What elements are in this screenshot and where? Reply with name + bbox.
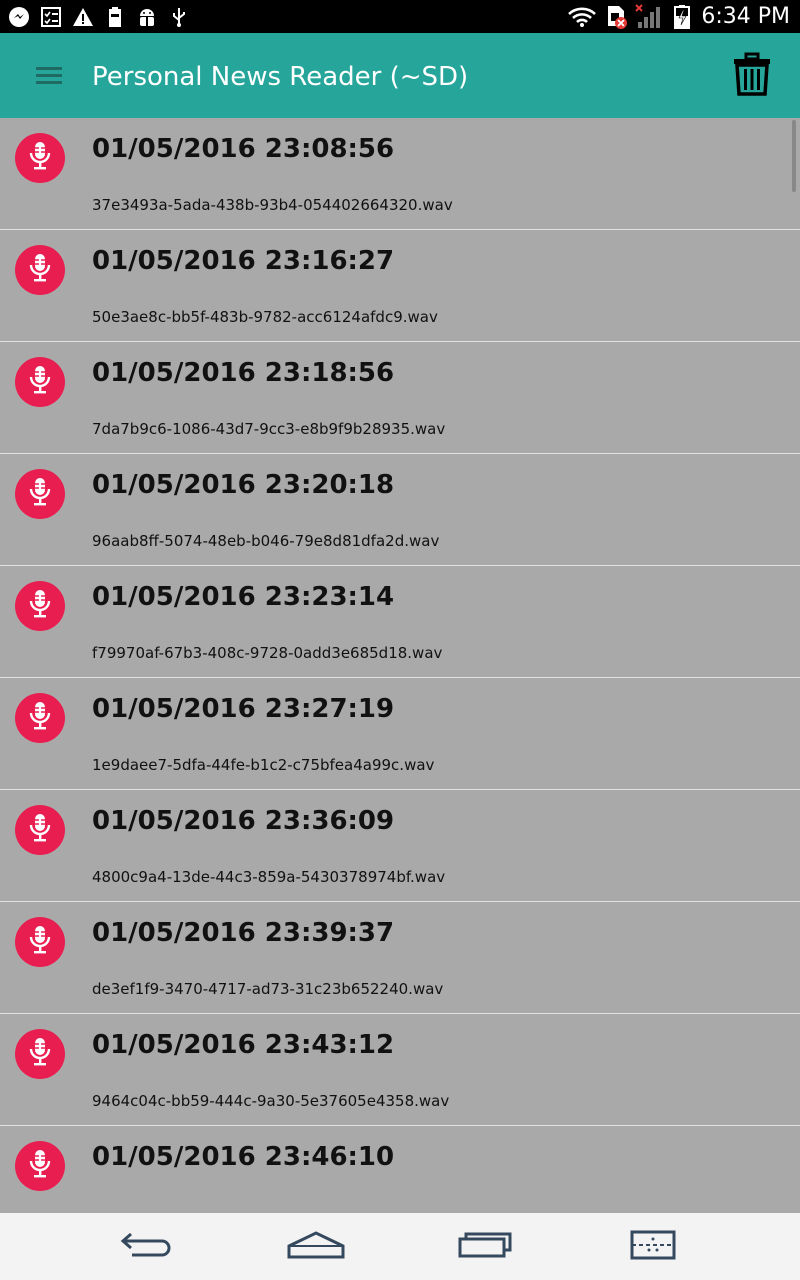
cell-signal-icon: [635, 3, 663, 28]
recording-row[interactable]: 01/05/2016 23:18:56 7da7b9c6-1086-43d7-9c…: [0, 342, 800, 454]
screen-checklist-icon: [40, 6, 62, 28]
recording-filename: 1e9daee7-5dfa-44fe-b1c2-c75bfea4a99c.wav: [92, 756, 435, 774]
recording-timestamp: 01/05/2016 23:46:10: [92, 1142, 395, 1172]
recent-apps-button[interactable]: [450, 1227, 520, 1267]
battery-charging-icon: [671, 4, 693, 29]
recording-filename: de3ef1f9-3470-4717-ad73-31c23b652240.wav: [92, 980, 444, 998]
microphone-icon: [27, 476, 53, 512]
recording-timestamp: 01/05/2016 23:16:27: [92, 246, 395, 276]
recording-avatar: [15, 917, 65, 967]
recording-row[interactable]: 01/05/2016 23:36:09 4800c9a4-13de-44c3-85…: [0, 790, 800, 902]
recording-filename: 9464c04c-bb59-444c-9a30-5e37605e4358.wav: [92, 1092, 450, 1110]
microphone-icon: [27, 924, 53, 960]
page-title: Personal News Reader (~SD): [92, 62, 469, 92]
recordings-list[interactable]: 01/05/2016 23:08:56 37e3493a-5ada-438b-93…: [0, 118, 800, 1213]
recording-timestamp: 01/05/2016 23:43:12: [92, 1030, 395, 1060]
recording-row[interactable]: 01/05/2016 23:08:56 37e3493a-5ada-438b-93…: [0, 118, 800, 230]
recording-avatar: [15, 357, 65, 407]
recording-row[interactable]: 01/05/2016 23:43:12 9464c04c-bb59-444c-9a…: [0, 1014, 800, 1126]
warning-icon: [72, 6, 94, 28]
recording-filename: 4800c9a4-13de-44c3-859a-5430378974bf.wav: [92, 868, 446, 886]
recording-filename: 96aab8ff-5074-48eb-b046-79e8d81dfa2d.wav: [92, 532, 440, 550]
recording-row[interactable]: 01/05/2016 23:16:27 50e3ae8c-bb5f-483b-97…: [0, 230, 800, 342]
status-bar: 6:34 PM: [0, 0, 800, 33]
android-debug-icon: [136, 6, 158, 28]
scrollbar-thumb[interactable]: [792, 120, 796, 192]
recording-avatar: [15, 133, 65, 183]
microphone-icon: [27, 1036, 53, 1072]
recording-timestamp: 01/05/2016 23:39:37: [92, 918, 395, 948]
recording-avatar: [15, 805, 65, 855]
microphone-icon: [27, 812, 53, 848]
recording-timestamp: 01/05/2016 23:08:56: [92, 134, 395, 164]
recording-avatar: [15, 469, 65, 519]
recording-avatar: [15, 1141, 65, 1191]
recording-row[interactable]: 01/05/2016 23:20:18 96aab8ff-5074-48eb-b0…: [0, 454, 800, 566]
home-button[interactable]: [281, 1227, 351, 1267]
recording-timestamp: 01/05/2016 23:23:14: [92, 582, 395, 612]
microphone-icon: [27, 588, 53, 624]
status-time: 6:34 PM: [701, 4, 790, 29]
messenger-icon: [8, 6, 30, 28]
recent-apps-icon: [457, 1230, 513, 1264]
recording-row[interactable]: 01/05/2016 23:27:19 1e9daee7-5dfa-44fe-b1…: [0, 678, 800, 790]
usb-icon: [168, 6, 190, 28]
recording-avatar: [15, 581, 65, 631]
recording-filename: 7da7b9c6-1086-43d7-9cc3-e8b9f9b28935.wav: [92, 420, 446, 438]
microphone-icon: [27, 1148, 53, 1184]
recording-timestamp: 01/05/2016 23:18:56: [92, 358, 395, 388]
app-bar: Personal News Reader (~SD): [0, 33, 800, 118]
navigation-bar: [0, 1213, 800, 1280]
status-bar-system: 6:34 PM: [567, 0, 790, 33]
back-icon: [119, 1230, 175, 1264]
microphone-icon: [27, 252, 53, 288]
trash-icon: [732, 52, 772, 100]
recording-timestamp: 01/05/2016 23:27:19: [92, 694, 395, 724]
recording-row[interactable]: 01/05/2016 23:23:14 f79970af-67b3-408c-97…: [0, 566, 800, 678]
split-screen-icon: [629, 1229, 677, 1265]
recording-filename: 50e3ae8c-bb5f-483b-9782-acc6124afdc9.wav: [92, 308, 438, 326]
recording-row[interactable]: 01/05/2016 23:46:10: [0, 1126, 800, 1213]
split-screen-button[interactable]: [618, 1227, 688, 1267]
home-icon: [286, 1230, 346, 1264]
battery-100-icon: [104, 6, 126, 28]
recording-filename: f79970af-67b3-408c-9728-0add3e685d18.wav: [92, 644, 443, 662]
recording-row[interactable]: 01/05/2016 23:39:37 de3ef1f9-3470-4717-ad…: [0, 902, 800, 1014]
menu-button[interactable]: [24, 57, 74, 97]
microphone-icon: [27, 700, 53, 736]
recording-avatar: [15, 693, 65, 743]
sim-error-icon: [605, 5, 628, 29]
recording-avatar: [15, 245, 65, 295]
recording-timestamp: 01/05/2016 23:20:18: [92, 470, 395, 500]
recording-filename: 37e3493a-5ada-438b-93b4-054402664320.wav: [92, 196, 453, 214]
hamburger-menu-icon: [35, 64, 63, 90]
recording-timestamp: 01/05/2016 23:36:09: [92, 806, 395, 836]
microphone-icon: [27, 140, 53, 176]
delete-all-button[interactable]: [724, 51, 780, 101]
wifi-icon: [567, 6, 597, 28]
status-bar-notifications: [8, 4, 190, 30]
microphone-icon: [27, 364, 53, 400]
recording-avatar: [15, 1029, 65, 1079]
back-button[interactable]: [112, 1227, 182, 1267]
